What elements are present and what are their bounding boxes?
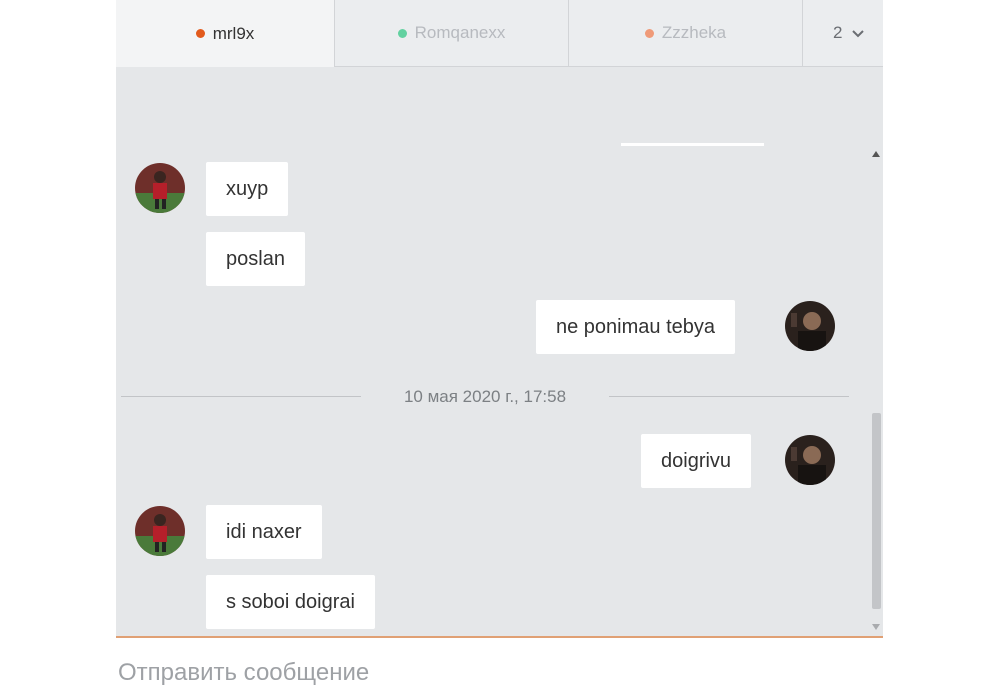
- tab-label: Zzzheka: [661, 23, 727, 42]
- message-scrollbar[interactable]: [870, 151, 882, 636]
- message-bubble: xuyp: [206, 162, 289, 216]
- chevron-down-icon: [852, 25, 865, 41]
- date-separator: 10 мая 2020 г., 17:58: [116, 384, 883, 408]
- status-dot-icon: [195, 29, 205, 38]
- user-avatar[interactable]: [785, 301, 835, 351]
- message-bubble: s soboi doigrai: [206, 575, 375, 629]
- scroll-up-arrow-icon[interactable]: [872, 151, 880, 157]
- message-bubble: doigrivu: [641, 434, 752, 488]
- tab-romqanexx[interactable]: Romqanexx: [334, 0, 568, 67]
- user-avatar[interactable]: [785, 435, 835, 485]
- previous-message-edge: [621, 143, 764, 146]
- status-dot-icon: [397, 28, 407, 38]
- date-separator-label: 10 мая 2020 г., 17:58: [403, 387, 567, 406]
- contact-avatar[interactable]: [135, 163, 185, 213]
- conversation-tabs: mrl9x Romqanexx Zzzheka 2: [116, 0, 883, 68]
- tab-label: mrl9x: [212, 23, 255, 43]
- scroll-thumb[interactable]: [872, 413, 881, 609]
- more-tabs-count: 2: [833, 23, 843, 42]
- tab-zzzheka[interactable]: Zzzheka: [568, 0, 802, 67]
- message-composer: [116, 636, 883, 700]
- chat-window: mrl9x Romqanexx Zzzheka 2 xuyp poslan ne…: [116, 0, 883, 700]
- scroll-down-arrow-icon[interactable]: [872, 624, 880, 630]
- tab-mrl9x[interactable]: mrl9x: [116, 0, 334, 67]
- message-bubble: poslan: [206, 232, 305, 286]
- status-dot-icon: [644, 28, 654, 38]
- message-list[interactable]: xuyp poslan ne ponimau tebya 10 мая 2020…: [116, 67, 883, 636]
- more-tabs-button[interactable]: 2: [802, 0, 883, 67]
- message-bubble: ne ponimau tebya: [536, 300, 736, 354]
- tab-label: Romqanexx: [414, 23, 506, 42]
- contact-avatar[interactable]: [135, 506, 185, 556]
- message-bubble: idi naxer: [206, 505, 322, 559]
- message-input[interactable]: [116, 652, 880, 694]
